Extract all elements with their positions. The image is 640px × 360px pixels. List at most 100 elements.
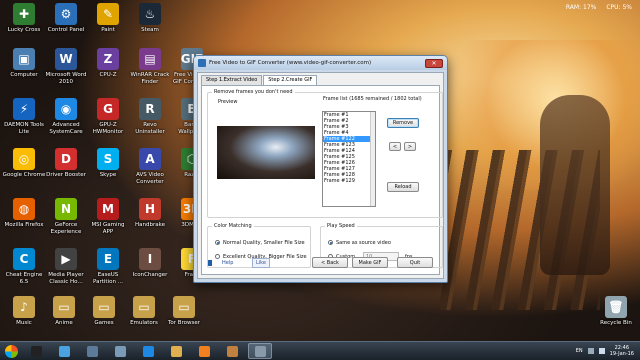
- taskbar-button-monitor[interactable]: [80, 343, 104, 359]
- frame-list-item[interactable]: Frame #129: [323, 178, 375, 184]
- tab-strip: Step 1.Extract Video Step 2.Create GIF: [198, 75, 443, 85]
- taskbar-button-archive[interactable]: [220, 343, 244, 359]
- start-button[interactable]: [0, 342, 22, 360]
- desktop-icon-anime[interactable]: ▭ Anime: [42, 296, 86, 346]
- create-gif-page: Remove frames you don't need Preview Fra…: [201, 85, 443, 275]
- desktop-icon-label: Computer: [10, 72, 38, 78]
- desktop-icon-games[interactable]: ▭ Games: [82, 296, 126, 346]
- desktop-icon-microsoft-word-2010[interactable]: W Microsoft Word 2010: [44, 48, 88, 98]
- taskbar-button-explorer[interactable]: [164, 343, 188, 359]
- taskbar-items: [22, 343, 274, 359]
- radio-normal-quality[interactable]: [215, 240, 220, 245]
- desktop-icon-label: Tor Browser: [167, 320, 201, 326]
- desktop-icon-iconchanger[interactable]: I IconChanger: [128, 248, 172, 298]
- gif-converter-icon: [254, 345, 266, 357]
- desktop-icon-handbrake[interactable]: H Handbrake: [128, 198, 172, 248]
- frame-list-label: Frame list (1685 remained / 1802 total): [323, 96, 422, 102]
- tab-create-gif[interactable]: Step 2.Create GIF: [263, 75, 318, 85]
- cmd-icon: [30, 345, 42, 357]
- desktop-app-icon: ▤: [139, 48, 161, 70]
- help-link[interactable]: Help: [222, 260, 233, 266]
- desktop-icon-gpu-z-hwmonitor[interactable]: G GPU-Z HWMonitor: [86, 98, 130, 148]
- taskbar-button-gif-converter[interactable]: [248, 343, 272, 359]
- taskbar-button-photo[interactable]: [108, 343, 132, 359]
- desktop-icon-advanced-systemcare[interactable]: ◉ Advanced SystemCare: [44, 98, 88, 148]
- archive-icon: [226, 345, 238, 357]
- desktop-app-icon: E: [97, 248, 119, 270]
- desktop-icon-lucky-cross[interactable]: ✚ Lucky Cross: [2, 3, 46, 53]
- taskbar-button-media-player[interactable]: [192, 343, 216, 359]
- desktop-icon-label: Games: [94, 320, 114, 326]
- desktop-icon-skype[interactable]: S Skype: [86, 148, 130, 198]
- desktop-icon-cheat-engine-6-5[interactable]: C Cheat Engine 6.5: [2, 248, 46, 298]
- radio-same-speed[interactable]: [328, 240, 333, 245]
- prev-frame-button[interactable]: <: [389, 142, 401, 151]
- desktop-app-icon: A: [139, 148, 161, 170]
- desktop-icon-label: Lucky Cross: [7, 27, 41, 33]
- desktop-icon-label: GPU-Z HWMonitor: [92, 122, 124, 135]
- taskbar-button-cmd[interactable]: [24, 343, 48, 359]
- make-gif-button[interactable]: Make GIF: [352, 257, 388, 268]
- desktop-icon-label: WinRAR Crack Finder: [130, 72, 170, 85]
- desktop-app-icon: ⚙: [55, 3, 77, 25]
- back-button[interactable]: < Back: [312, 257, 348, 268]
- frame-list[interactable]: Frame #1 Frame #2 Frame #3 Frame #4 Frame #1…: [322, 111, 376, 207]
- desktop-icon-emulators[interactable]: ▭ Emulators: [122, 296, 166, 346]
- remove-button[interactable]: Remove: [387, 118, 419, 128]
- language-indicator[interactable]: EN: [576, 348, 583, 354]
- desktop-icon-music[interactable]: ♪ Music: [2, 296, 46, 346]
- close-button[interactable]: ✕: [425, 58, 443, 68]
- volume-tray-icon[interactable]: [598, 348, 605, 354]
- desktop-icon-geforce-experience[interactable]: N GeForce Experience: [44, 198, 88, 248]
- taskbar-button-network[interactable]: [52, 343, 76, 359]
- desktop-app-icon: ◍: [13, 198, 35, 220]
- desktop-icon-revo-uninstaller[interactable]: R Revo Uninstaller: [128, 98, 172, 148]
- monitor-icon: [86, 345, 98, 357]
- tab-extract-video[interactable]: Step 1.Extract Video: [201, 75, 263, 85]
- desktop-icon-label: Skype: [99, 172, 117, 178]
- desktop-icon-driver-booster[interactable]: D Driver Booster: [44, 148, 88, 198]
- next-frame-button[interactable]: >: [404, 142, 416, 151]
- windows-logo-icon: [4, 344, 18, 358]
- desktop-app-icon: ▭: [53, 296, 75, 318]
- wallpaper-fence: [440, 150, 600, 310]
- desktop-icon-cpu-z[interactable]: Z CPU-Z: [86, 48, 130, 98]
- desktop-icon-msi-gaming-app[interactable]: M MSI Gaming APP: [86, 198, 130, 248]
- reload-button[interactable]: Reload: [387, 182, 419, 192]
- facebook-like-button[interactable]: Like: [252, 258, 270, 268]
- desktop-icon-label: Media Player Classic Ho...: [48, 272, 84, 285]
- frame-list-scrollbar[interactable]: [370, 112, 375, 206]
- desktop-icon-easeus-partition[interactable]: E EaseUS Partition ...: [86, 248, 130, 298]
- desktop-icon-winrar-crack-finder[interactable]: ▤ WinRAR Crack Finder: [128, 48, 172, 98]
- desktop-app-icon: H: [139, 198, 161, 220]
- desktop-icon-tor-browser[interactable]: ▭ Tor Browser: [162, 296, 206, 346]
- explorer-icon: [170, 345, 182, 357]
- taskbar-button-ie[interactable]: [136, 343, 160, 359]
- desktop-icon-recycle-bin[interactable]: 🗑 Recycle Bin: [594, 296, 638, 346]
- desktop-icon-paint[interactable]: ✎ Paint: [86, 3, 130, 53]
- quit-button[interactable]: Quit: [397, 257, 433, 268]
- desktop-icon-label: EaseUS Partition ...: [93, 272, 123, 285]
- desktop-icon-label: Driver Booster: [46, 172, 86, 178]
- desktop-icon-label: CPU-Z: [99, 72, 117, 78]
- desktop-icon-control-panel[interactable]: ⚙ Control Panel: [44, 3, 88, 53]
- desktop-icon-computer[interactable]: ▣ Computer: [2, 48, 46, 98]
- window-title: Free Video to GIF Converter (www.video-g…: [209, 60, 372, 66]
- desktop-icon-avs-video-converter[interactable]: A AVS Video Converter: [128, 148, 172, 198]
- clock[interactable]: 22:46 19-Jan-16: [610, 345, 634, 357]
- network-tray-icon[interactable]: [587, 348, 594, 354]
- desktop-icon-daemon-tools-lite[interactable]: ⚡ DAEMON Tools Lite: [2, 98, 46, 148]
- desktop-icon-mozilla-firefox[interactable]: ◍ Mozilla Firefox: [2, 198, 46, 248]
- app-icon: [198, 59, 206, 67]
- desktop-icon-label: Anime: [55, 320, 73, 326]
- desktop-icon-google-chrome[interactable]: ◎ Google Chrome: [2, 148, 46, 198]
- desktop-icon-media-player-classic-ho[interactable]: ▶ Media Player Classic Ho...: [44, 248, 88, 298]
- color-matching-label: Color Matching: [212, 223, 254, 229]
- taskbar: EN 22:46 19-Jan-16: [0, 341, 640, 360]
- desktop-app-icon: Z: [97, 48, 119, 70]
- desktop-icon-label: MSI Gaming APP: [91, 222, 125, 235]
- title-bar[interactable]: Free Video to GIF Converter (www.video-g…: [194, 56, 447, 70]
- desktop-icon-steam[interactable]: ♨ Steam: [128, 3, 172, 53]
- frame-preview-image: [217, 126, 315, 179]
- desktop-icon-label: Microsoft Word 2010: [45, 72, 87, 85]
